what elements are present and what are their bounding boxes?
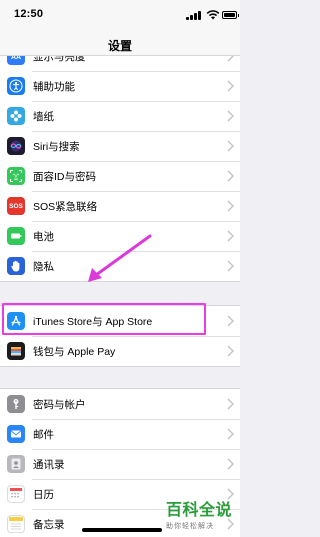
settings-row-label: 密码与帐户 [33, 399, 86, 411]
battery-status-icon [222, 11, 239, 19]
chevron-right-icon [227, 56, 234, 62]
privacy-hand-icon [7, 257, 25, 275]
settings-row-label: 辅助功能 [33, 81, 75, 93]
settings-row-battery[interactable]: 电池 [0, 221, 240, 251]
contacts-icon [7, 455, 25, 473]
settings-group-stores: iTunes Store与 App Store 钱包与 Apple Pay [0, 305, 240, 367]
chevron-right-icon [227, 80, 234, 92]
app-store-icon [7, 312, 25, 330]
settings-row-wallpaper[interactable]: 墙纸 [0, 101, 240, 131]
settings-row-privacy[interactable]: 隐私 [0, 251, 240, 281]
settings-row-label: 显示与亮度 [33, 56, 86, 63]
settings-group-display: AA 显示与亮度 辅助功能 墙纸 Siri与搜索 面容ID与密码 SOS SOS… [0, 56, 240, 282]
settings-row-label: 电池 [33, 231, 54, 243]
page-title: 设置 [107, 39, 132, 53]
chevron-right-icon [227, 260, 234, 272]
settings-row-label: 日历 [33, 489, 54, 501]
watermark-title: 百科全说 [166, 502, 233, 519]
settings-row-sos[interactable]: SOS SOS紧急联络 [0, 191, 240, 221]
settings-row-label: 备忘录 [33, 519, 65, 531]
chevron-right-icon [227, 458, 234, 470]
calendar-icon [7, 485, 25, 503]
svg-text:AA: AA [11, 56, 21, 61]
settings-row-display-brightness[interactable]: AA 显示与亮度 [0, 56, 240, 71]
chevron-right-icon [227, 315, 234, 327]
mail-icon [7, 425, 25, 443]
settings-row-wallet-apple-pay[interactable]: 钱包与 Apple Pay [0, 336, 240, 366]
chevron-right-icon [227, 398, 234, 410]
settings-row-face-id[interactable]: 面容ID与密码 [0, 161, 240, 191]
settings-row-mail[interactable]: 邮件 [0, 419, 240, 449]
face-id-icon [7, 167, 25, 185]
settings-row-label: 隐私 [33, 261, 54, 273]
notes-icon [7, 515, 25, 533]
sos-icon-text: SOS [9, 202, 23, 210]
chevron-right-icon [227, 110, 234, 122]
battery-icon [7, 227, 25, 245]
settings-row-label: 邮件 [33, 429, 54, 441]
chevron-right-icon [227, 200, 234, 212]
chevron-right-icon [227, 230, 234, 242]
accessibility-icon [7, 77, 25, 95]
settings-row-label: Siri与搜索 [33, 141, 80, 153]
settings-row-label: SOS紧急联络 [33, 201, 98, 213]
settings-row-contacts[interactable]: 通讯录 [0, 449, 240, 479]
status-time: 12:50 [14, 8, 44, 20]
siri-icon [7, 137, 25, 155]
settings-list[interactable]: AA 显示与亮度 辅助功能 墙纸 Siri与搜索 面容ID与密码 SOS SOS… [0, 56, 240, 537]
cellular-signal-icon [186, 11, 202, 20]
status-bar: 12:50 [0, 0, 240, 30]
wallet-icon [7, 342, 25, 360]
settings-row-itunes-app-store[interactable]: iTunes Store与 App Store [0, 306, 240, 336]
navigation-bar: 设置 [0, 30, 240, 56]
home-indicator[interactable] [82, 528, 162, 532]
settings-row-siri[interactable]: Siri与搜索 [0, 131, 240, 161]
settings-row-label: iTunes Store与 App Store [33, 316, 153, 328]
chevron-right-icon [227, 428, 234, 440]
chevron-right-icon [227, 345, 234, 357]
settings-row-passwords-accounts[interactable]: 密码与帐户 [0, 389, 240, 419]
wallpaper-icon [7, 107, 25, 125]
key-icon [7, 395, 25, 413]
settings-row-label: 墙纸 [33, 111, 54, 123]
display-brightness-icon: AA [7, 56, 25, 65]
settings-row-label: 通讯录 [33, 459, 65, 471]
settings-row-label: 钱包与 Apple Pay [33, 346, 116, 358]
chevron-right-icon [227, 170, 234, 182]
settings-row-accessibility[interactable]: 辅助功能 [0, 71, 240, 101]
settings-row-label: 面容ID与密码 [33, 171, 96, 183]
sos-icon: SOS [7, 197, 25, 215]
watermark-logo: 百科全说 助你轻松解决 [166, 496, 240, 531]
wifi-icon [206, 10, 220, 20]
watermark-subtitle: 助你轻松解决 [166, 523, 214, 530]
chevron-right-icon [227, 140, 234, 152]
